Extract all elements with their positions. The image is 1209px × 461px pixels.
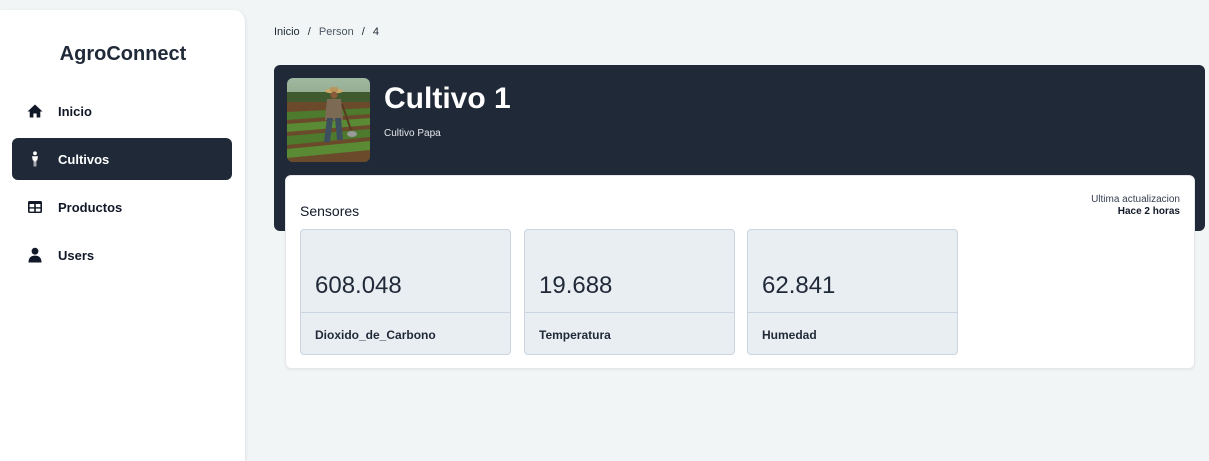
sidebar-item-productos[interactable]: Productos: [12, 186, 232, 228]
breadcrumb-item-inicio[interactable]: Inicio: [274, 26, 300, 38]
app-root: AgroConnect Inicio Cultivos Productos Us…: [0, 0, 1209, 461]
farmer-field-photo: [287, 78, 370, 162]
sidebar: AgroConnect Inicio Cultivos Productos Us…: [0, 10, 246, 461]
sensors-title: Sensores: [300, 203, 360, 219]
last-update-value: Hace 2 horas: [1117, 206, 1180, 217]
sensor-card-humidity[interactable]: 62.841 Humedad: [747, 229, 958, 355]
sidebar-item-label: Users: [58, 247, 95, 263]
divider: [525, 312, 734, 313]
sidebar-item-label: Inicio: [58, 103, 92, 119]
sensor-value: 608.048: [315, 272, 402, 299]
crop-subtitle: Cultivo Papa: [384, 128, 441, 139]
home-icon: [26, 102, 44, 120]
sidebar-item-cultivos[interactable]: Cultivos: [12, 138, 232, 180]
person-icon: [26, 150, 44, 168]
sidebar-item-users[interactable]: Users: [12, 234, 232, 276]
user-icon: [26, 246, 44, 264]
sensor-label: Temperatura: [539, 328, 611, 342]
sensor-card-temperature[interactable]: 19.688 Temperatura: [524, 229, 735, 355]
table-icon: [26, 198, 44, 216]
crop-title: Cultivo 1: [384, 82, 511, 115]
divider: [301, 312, 510, 313]
last-update-label: Ultima actualizacion: [1091, 194, 1180, 205]
breadcrumb: Inicio / Person / 4: [274, 26, 379, 38]
breadcrumb-separator: /: [307, 26, 311, 38]
sidebar-item-inicio[interactable]: Inicio: [12, 90, 232, 132]
breadcrumb-item-person[interactable]: Person: [319, 26, 354, 38]
breadcrumb-separator: /: [361, 26, 365, 38]
breadcrumb-item-current: 4: [372, 26, 380, 38]
divider: [748, 312, 957, 313]
sensors-card: Sensores Ultima actualizacion Hace 2 hor…: [285, 175, 1195, 369]
crop-photo: [287, 78, 370, 162]
sensor-value: 62.841: [762, 272, 836, 299]
brand-logo-text: AgroConnect: [59, 43, 187, 65]
sidebar-item-label: Cultivos: [58, 151, 110, 167]
sensor-value: 19.688: [539, 272, 613, 299]
sidebar-item-label: Productos: [58, 199, 123, 215]
sensor-card-co2[interactable]: 608.048 Dioxido_de_Carbono: [300, 229, 511, 355]
sensor-label: Dioxido_de_Carbono: [315, 328, 436, 342]
sensor-label: Humedad: [762, 328, 817, 342]
sidebar-nav: Inicio Cultivos Productos Users: [12, 90, 232, 282]
last-update: Ultima actualizacion Hace 2 horas: [1091, 194, 1180, 218]
